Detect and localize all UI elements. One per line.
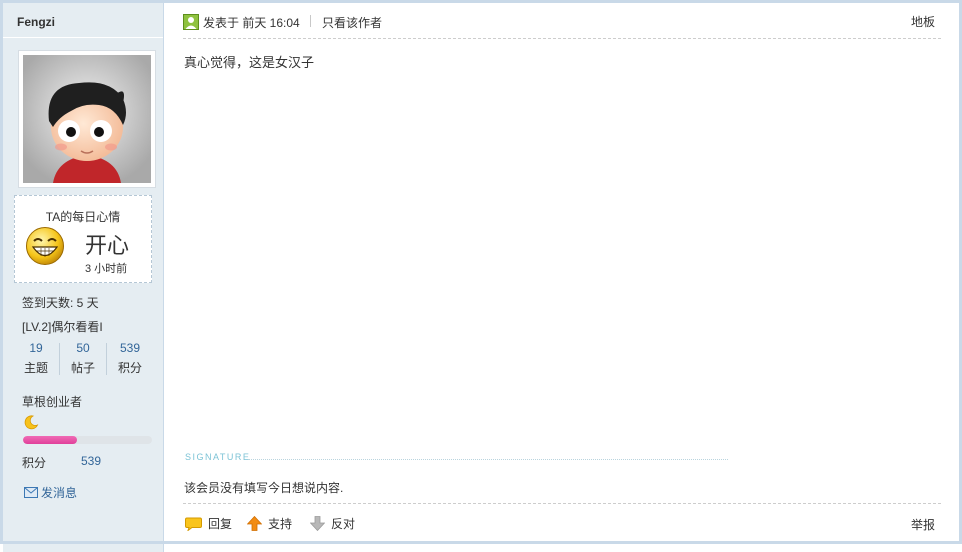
rank-progress-bar [23, 436, 152, 444]
avatar[interactable] [18, 50, 156, 188]
stat-label: 主题 [23, 361, 48, 375]
mood-time: 3 小时前 [85, 263, 128, 275]
arrow-up-icon [247, 516, 262, 531]
grin-smiley-icon [26, 227, 64, 265]
send-message-link[interactable]: 发消息 [24, 484, 77, 501]
post-time: 发表于 前天 16:04 [203, 16, 300, 30]
report-link[interactable]: 举报 [911, 516, 935, 533]
post-content: 真心觉得，这是女汉子 [184, 55, 315, 70]
oppose-label: 反对 [331, 517, 356, 531]
reply-button[interactable]: 回复 [185, 515, 232, 532]
support-button[interactable]: 支持 [247, 515, 292, 532]
user-rank[interactable]: 草根创业者 [22, 393, 82, 410]
divider [310, 15, 311, 27]
user-stats: 19 主题 50 帖子 539 积分 [13, 341, 153, 377]
signature-label: SIGNATURE [185, 452, 251, 462]
stat-posts[interactable]: 50 帖子 [60, 341, 106, 376]
stat-value: 539 [119, 341, 141, 355]
checkin-days: 签到天数: 5 天 [22, 296, 99, 310]
user-level[interactable]: [LV.2]偶尔看看I [22, 318, 103, 335]
envelope-icon [24, 487, 38, 498]
divider [3, 37, 163, 38]
oppose-button[interactable]: 反对 [310, 515, 355, 532]
stat-points[interactable]: 539 积分 [107, 341, 153, 376]
speech-bubble-icon [185, 517, 202, 531]
stat-value: 50 [76, 341, 90, 355]
post-actions: 回复 支持 反对 举报 [183, 503, 941, 542]
reply-label: 回复 [208, 517, 233, 531]
send-message-label: 发消息 [41, 486, 78, 500]
floor-number[interactable]: 地板 [911, 13, 935, 30]
avatar-image [23, 55, 151, 183]
post-header: 发表于 前天 16:04 只看该作者 地板 [183, 12, 941, 39]
moon-icon [24, 415, 39, 430]
mood-text: 开心 [85, 233, 130, 258]
support-label: 支持 [268, 517, 293, 531]
sidebar-bottom [3, 544, 164, 552]
arrow-down-icon [310, 516, 325, 531]
author-name[interactable]: Fengzi [17, 15, 55, 29]
stat-label: 积分 [117, 361, 142, 375]
author-sidebar: Fengzi TA的每日心情 开心 3 小时前 签到天数: 5 天 [LV.2]… [3, 3, 164, 541]
rank-progress-fill [23, 436, 78, 444]
stat-value: 19 [29, 341, 43, 355]
signature-text: 该会员没有填写今日想说内容. [184, 481, 344, 495]
view-author-only-link[interactable]: 只看该作者 [322, 14, 382, 31]
points-value: 539 [81, 454, 102, 468]
points-label: 积分 [22, 456, 47, 470]
signature-divider [248, 459, 728, 460]
stat-threads[interactable]: 19 主题 [13, 341, 59, 376]
stat-label: 帖子 [70, 361, 95, 375]
post-bottom-border [0, 541, 962, 552]
mood-title: TA的每日心情 [45, 210, 121, 224]
author-online-icon [183, 14, 199, 30]
daily-mood: TA的每日心情 开心 3 小时前 [14, 195, 152, 283]
